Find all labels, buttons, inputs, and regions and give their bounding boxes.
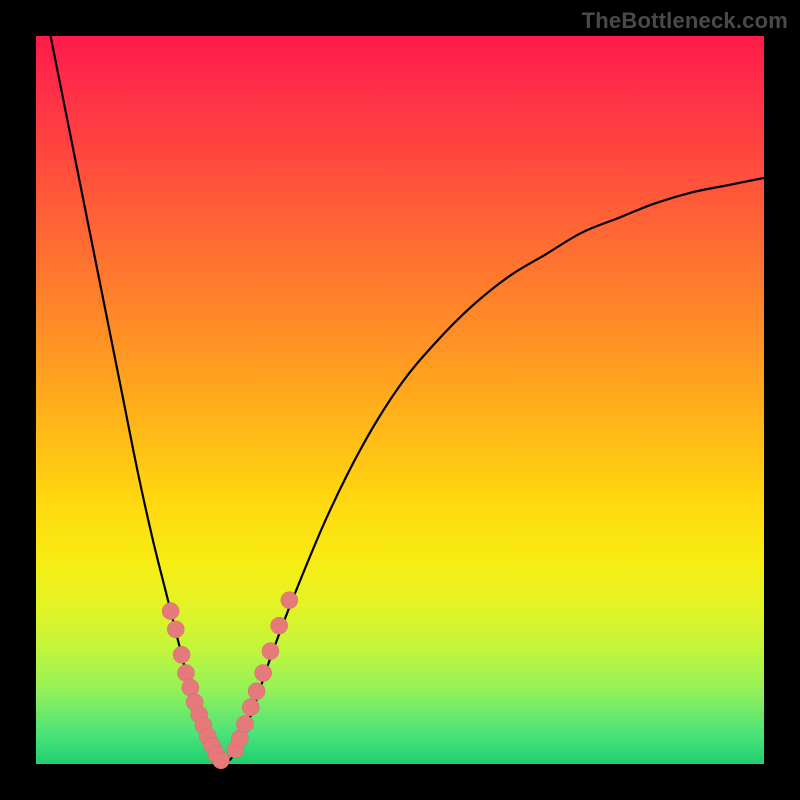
curve-left — [51, 36, 226, 764]
data-dot — [162, 603, 179, 620]
plot-area — [36, 36, 764, 764]
dots-right — [227, 592, 298, 758]
data-dot — [255, 665, 272, 682]
data-dot — [271, 617, 288, 634]
data-dot — [173, 646, 190, 663]
data-dot — [182, 679, 199, 696]
data-dot — [262, 643, 279, 660]
curves-svg — [36, 36, 764, 764]
watermark-text: TheBottleneck.com — [582, 8, 788, 34]
data-dot — [167, 621, 184, 638]
data-dot — [242, 699, 259, 716]
curve-right — [225, 178, 764, 764]
data-dot — [281, 592, 298, 609]
data-dot — [236, 715, 253, 732]
dots-left — [162, 603, 229, 769]
data-dot — [212, 752, 229, 769]
chart-frame: TheBottleneck.com — [0, 0, 800, 800]
data-dot — [248, 683, 265, 700]
data-dot — [177, 665, 194, 682]
